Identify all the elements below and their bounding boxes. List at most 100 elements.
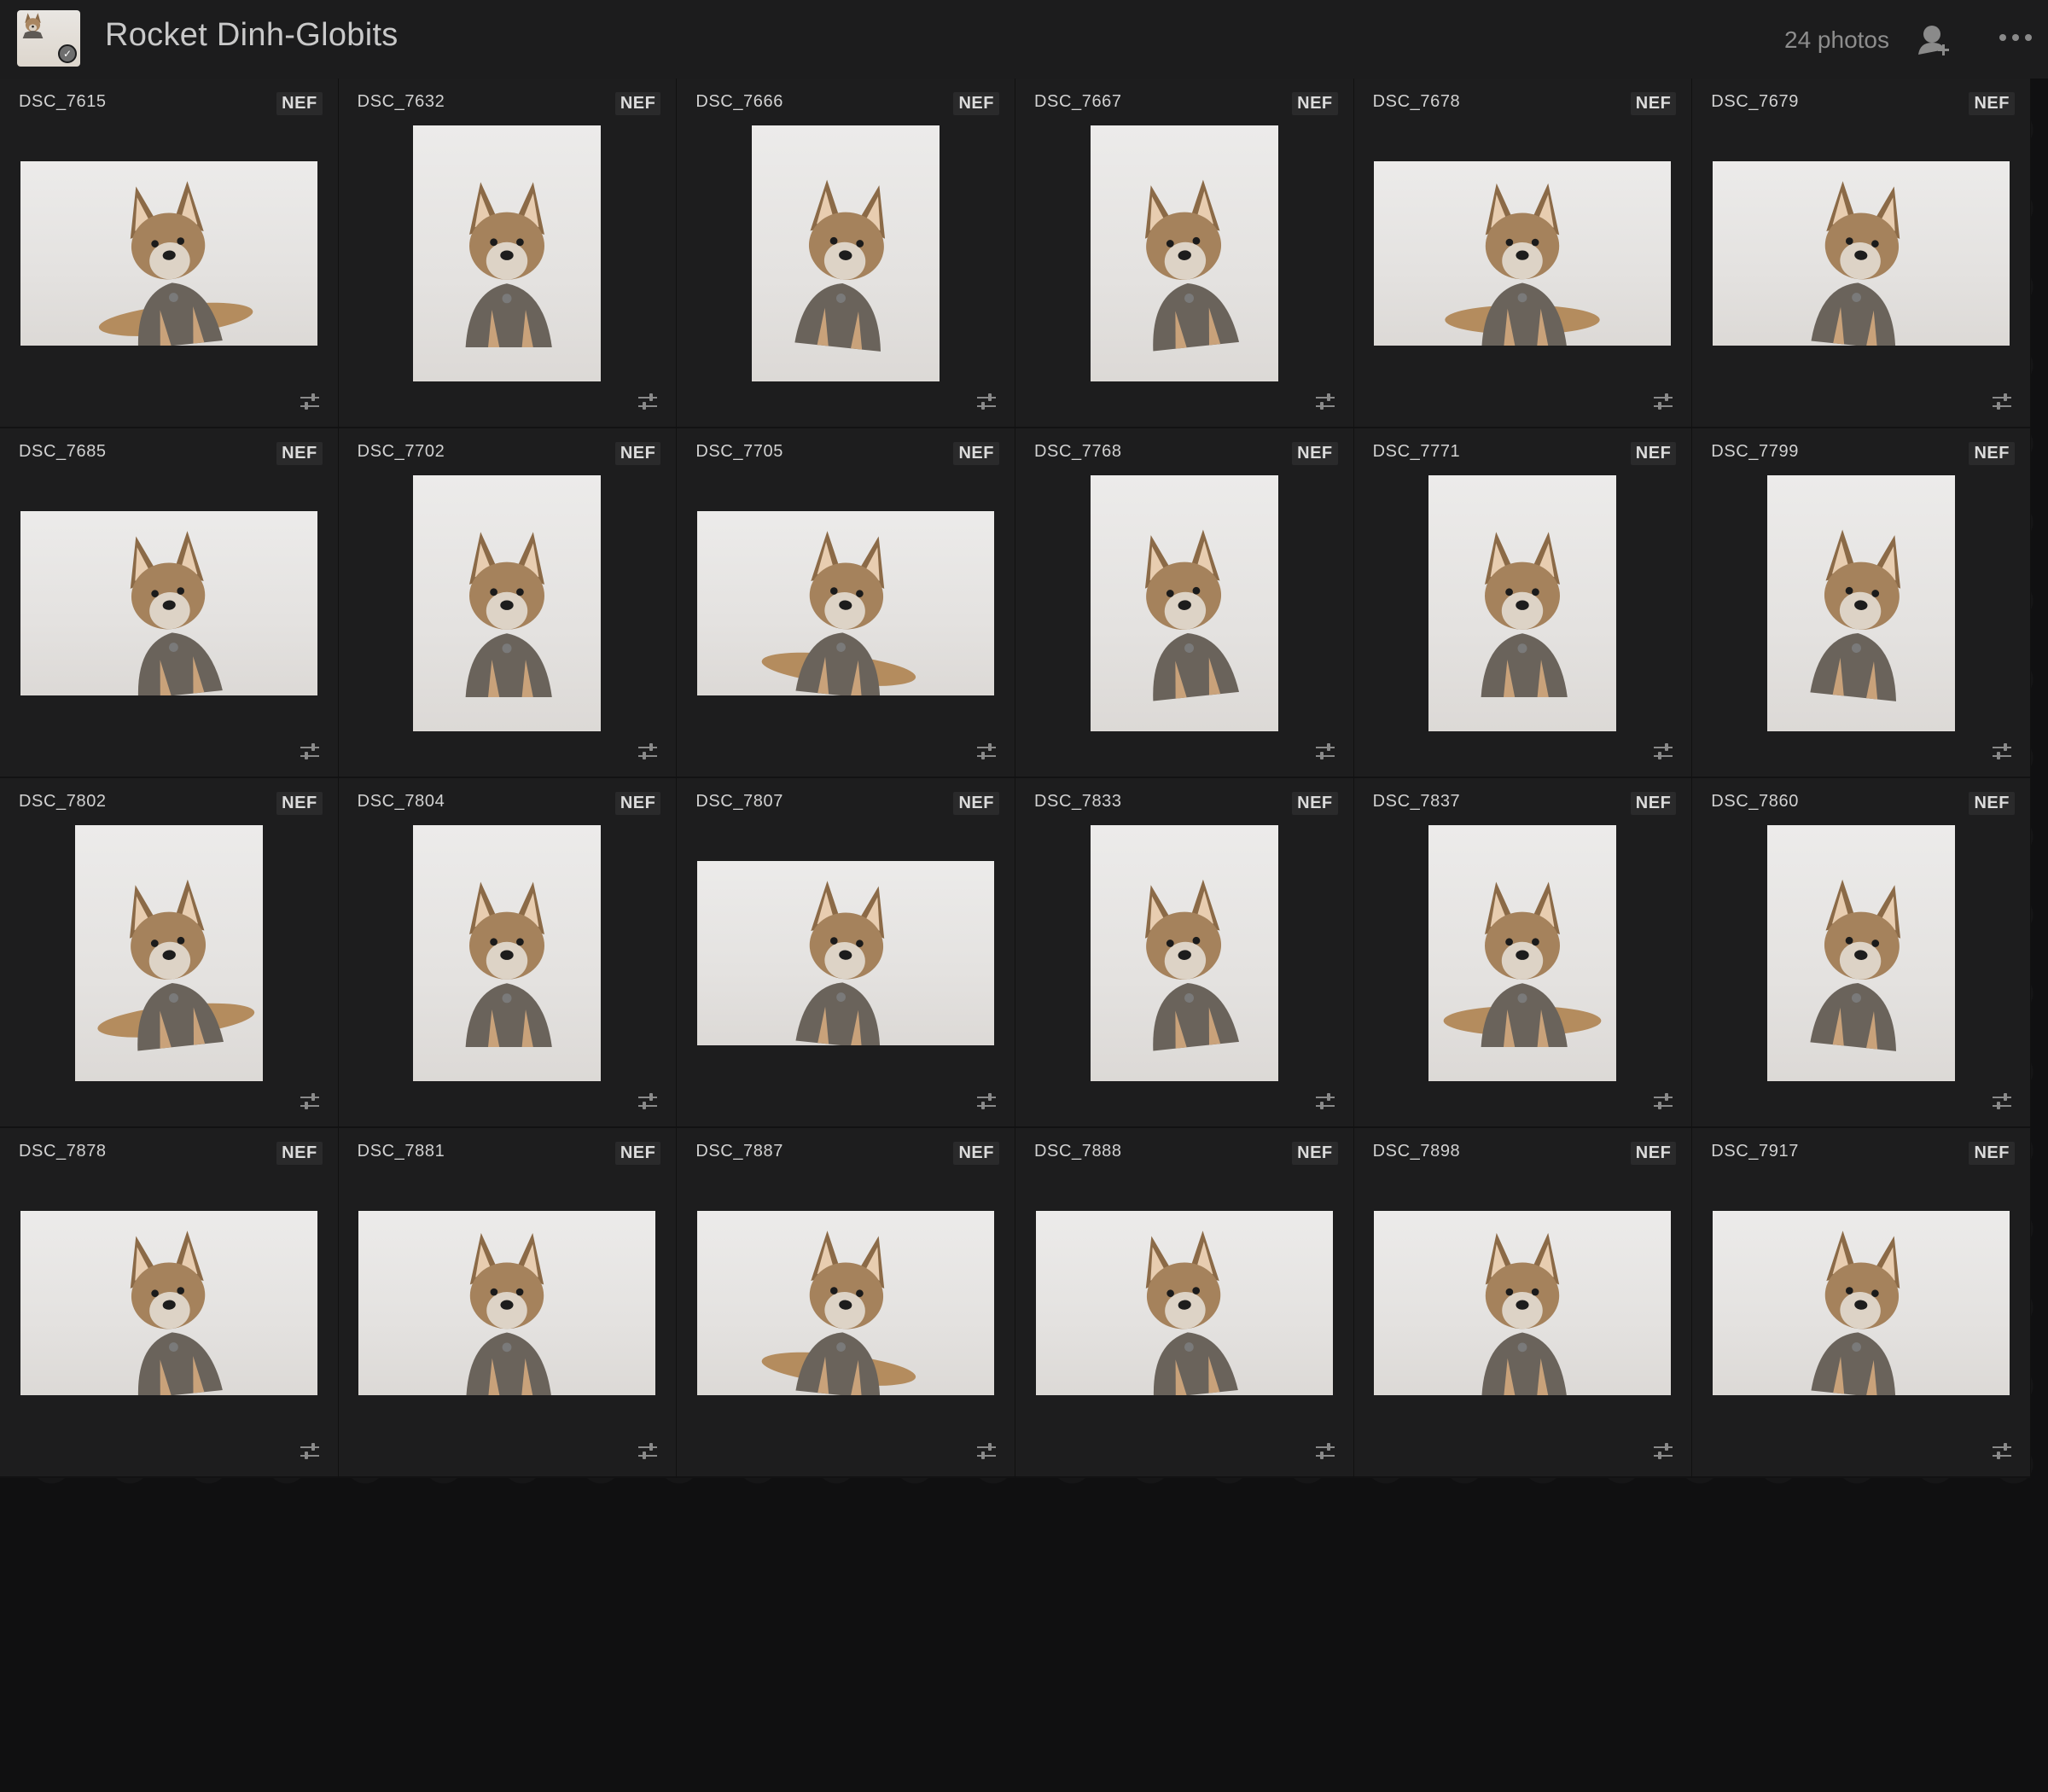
- photo-thumbnail[interactable]: [697, 1211, 995, 1395]
- adjust-sliders-icon[interactable]: [1991, 393, 2013, 411]
- adjust-sliders-icon[interactable]: [975, 742, 998, 761]
- adjust-sliders-icon[interactable]: [1652, 393, 1674, 411]
- photo-thumbnail[interactable]: [1428, 825, 1617, 1081]
- photo-thumbnail[interactable]: [20, 511, 317, 695]
- adjust-sliders-icon[interactable]: [1652, 1092, 1674, 1111]
- photo-cell[interactable]: DSC_7632 NEF: [338, 79, 678, 428]
- file-format-badge: NEF: [614, 792, 661, 815]
- photo-thumbnail[interactable]: [1428, 475, 1617, 731]
- photo-cell[interactable]: DSC_7917 NEF: [1692, 1128, 2031, 1478]
- adjust-sliders-icon[interactable]: [637, 742, 659, 761]
- adjust-sliders-icon[interactable]: [1314, 393, 1336, 411]
- album-title[interactable]: Rocket Dinh-Globits: [105, 17, 399, 54]
- photo-filename: DSC_7887: [695, 1142, 783, 1161]
- photo-filename: DSC_7685: [19, 442, 107, 461]
- photo-cell[interactable]: DSC_7685 NEF: [0, 428, 339, 778]
- photo-thumbnail[interactable]: [697, 511, 995, 695]
- dog-photo: [1811, 181, 1900, 346]
- file-format-badge: NEF: [276, 792, 323, 815]
- adjust-sliders-icon[interactable]: [1991, 1092, 2013, 1111]
- photo-cell[interactable]: DSC_7705 NEF: [677, 428, 1015, 778]
- photo-filename: DSC_7799: [1711, 442, 1799, 461]
- dog-photo: [1144, 879, 1239, 1051]
- photo-thumbnail[interactable]: [752, 125, 940, 381]
- photo-cell[interactable]: DSC_7804 NEF: [338, 778, 678, 1128]
- photo-thumbnail[interactable]: [74, 825, 263, 1081]
- photo-thumbnail[interactable]: [1090, 125, 1278, 381]
- more-options-icon[interactable]: [1997, 26, 2034, 49]
- photo-thumbnail[interactable]: [697, 861, 995, 1045]
- adjust-sliders-icon[interactable]: [1652, 742, 1674, 761]
- adjust-sliders-icon[interactable]: [299, 1092, 321, 1111]
- adjust-sliders-icon[interactable]: [637, 1442, 659, 1461]
- photo-thumbnail[interactable]: [1713, 161, 2010, 346]
- adjust-sliders-icon[interactable]: [637, 393, 659, 411]
- photo-thumbnail[interactable]: [20, 1211, 317, 1395]
- photo-thumbnail[interactable]: [20, 161, 317, 346]
- dog-photo: [98, 181, 253, 346]
- adjust-sliders-icon[interactable]: [975, 1092, 998, 1111]
- photo-cell[interactable]: DSC_7615 NEF: [0, 79, 339, 428]
- photo-cell[interactable]: DSC_7878 NEF: [0, 1128, 339, 1478]
- photo-cell[interactable]: DSC_7666 NEF: [677, 79, 1015, 428]
- add-person-icon[interactable]: [1917, 22, 1952, 56]
- photo-filename: DSC_7802: [19, 792, 107, 811]
- photo-thumbnail[interactable]: [413, 825, 602, 1081]
- dog-photo: [130, 531, 223, 695]
- adjust-sliders-icon[interactable]: [299, 1442, 321, 1461]
- photo-thumbnail[interactable]: [1713, 1211, 2010, 1395]
- photo-cell[interactable]: DSC_7771 NEF: [1353, 428, 1693, 778]
- photo-cell[interactable]: DSC_7702 NEF: [338, 428, 678, 778]
- photo-cell[interactable]: DSC_7887 NEF: [677, 1128, 1015, 1478]
- adjust-sliders-icon[interactable]: [299, 393, 321, 411]
- photo-cell[interactable]: DSC_7837 NEF: [1353, 778, 1693, 1128]
- album-cover-thumbnail[interactable]: ✓: [17, 10, 80, 67]
- adjust-sliders-icon[interactable]: [637, 1092, 659, 1111]
- adjust-sliders-icon[interactable]: [1991, 742, 2013, 761]
- photo-filename: DSC_7898: [1372, 1142, 1461, 1161]
- adjust-sliders-icon[interactable]: [1314, 742, 1336, 761]
- photo-cell[interactable]: DSC_7768 NEF: [1015, 428, 1354, 778]
- file-format-badge: NEF: [614, 442, 661, 465]
- photo-thumbnail[interactable]: [1767, 475, 1956, 731]
- photo-cell[interactable]: DSC_7807 NEF: [677, 778, 1015, 1128]
- photo-cell[interactable]: DSC_7678 NEF: [1353, 79, 1693, 428]
- photo-filename: DSC_7702: [357, 442, 445, 461]
- photo-thumbnail[interactable]: [1090, 475, 1278, 731]
- photo-filename: DSC_7881: [357, 1142, 445, 1161]
- photo-cell[interactable]: DSC_7667 NEF: [1015, 79, 1354, 428]
- photo-filename: DSC_7667: [1033, 92, 1122, 111]
- photo-thumbnail[interactable]: [1374, 1211, 1672, 1395]
- adjust-sliders-icon[interactable]: [975, 1442, 998, 1461]
- adjust-sliders-icon[interactable]: [1652, 1442, 1674, 1461]
- adjust-sliders-icon[interactable]: [975, 393, 998, 411]
- photo-cell[interactable]: DSC_7833 NEF: [1015, 778, 1354, 1128]
- photo-thumbnail[interactable]: [413, 125, 602, 381]
- dog-photo: [466, 182, 553, 347]
- photo-cell[interactable]: DSC_7881 NEF: [338, 1128, 678, 1478]
- photo-thumbnail[interactable]: [1035, 1211, 1333, 1395]
- photo-cell[interactable]: DSC_7898 NEF: [1353, 1128, 1693, 1478]
- dog-photo: [466, 532, 553, 697]
- photo-thumbnail[interactable]: [358, 1211, 656, 1395]
- adjust-sliders-icon[interactable]: [1314, 1092, 1336, 1111]
- photo-cell[interactable]: DSC_7860 NEF: [1692, 778, 2031, 1128]
- photo-thumbnail[interactable]: [413, 475, 602, 731]
- adjust-sliders-icon[interactable]: [1991, 1442, 2013, 1461]
- photo-cell[interactable]: DSC_7888 NEF: [1015, 1128, 1354, 1478]
- photo-cell[interactable]: DSC_7799 NEF: [1692, 428, 2031, 778]
- photo-thumbnail[interactable]: [1767, 825, 1956, 1081]
- photo-cell[interactable]: DSC_7802 NEF: [0, 778, 339, 1128]
- photo-filename: DSC_7678: [1372, 92, 1461, 111]
- dog-photo: [761, 1231, 916, 1395]
- photo-grid: DSC_7615 NEF DSC_7632 NEF DSC_7666 NEF D…: [0, 79, 2031, 1478]
- photo-cell[interactable]: DSC_7679 NEF: [1692, 79, 2031, 428]
- adjust-sliders-icon[interactable]: [1314, 1442, 1336, 1461]
- photo-thumbnail[interactable]: [1090, 825, 1278, 1081]
- file-format-badge: NEF: [1630, 442, 1677, 465]
- album-header: ✓ Rocket Dinh-Globits 24 photos: [0, 0, 2048, 79]
- file-format-badge: NEF: [953, 792, 999, 815]
- adjust-sliders-icon[interactable]: [299, 742, 321, 761]
- photo-filename: DSC_7860: [1711, 792, 1799, 811]
- photo-thumbnail[interactable]: [1374, 161, 1672, 346]
